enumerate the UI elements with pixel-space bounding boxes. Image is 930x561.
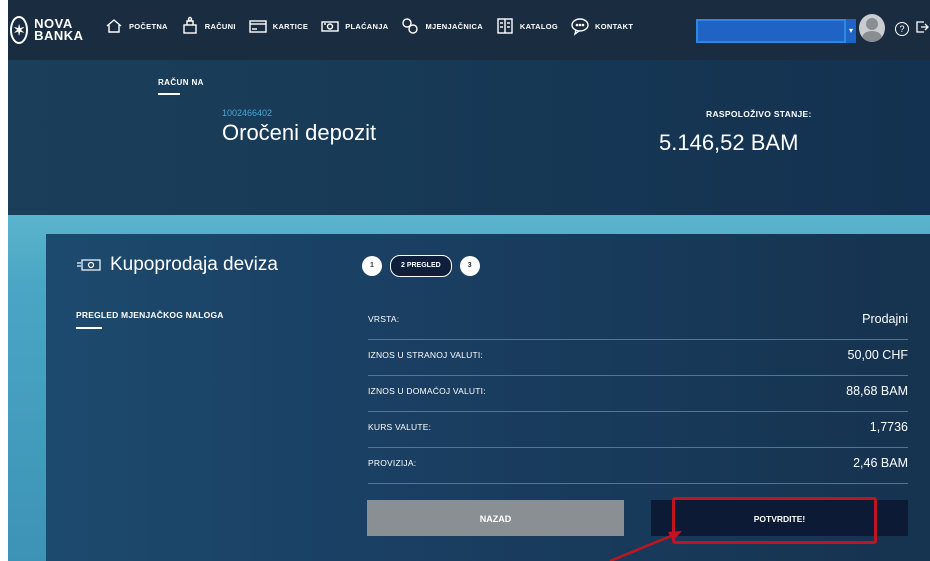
back-button[interactable]: NAZAD xyxy=(367,500,624,536)
account-hero: RAČUN NA 1002466402 Oročeni depozit RASP… xyxy=(8,60,930,215)
help-icon[interactable]: ? xyxy=(895,22,909,36)
step-3: 3 xyxy=(459,256,480,276)
logo-star-icon: ✶ xyxy=(10,16,29,44)
order-review-underline xyxy=(76,327,102,329)
section-title-text: Kupoprodaja deviza xyxy=(110,254,278,275)
order-review-title: PREGLED MJENJAČKOG NALOGA xyxy=(76,310,224,320)
cash-icon xyxy=(321,21,339,32)
balance-amount: 5.146,52 BAM xyxy=(659,130,799,155)
nav-item-kontakt[interactable]: KONTAKT xyxy=(570,16,633,36)
detail-label: KURS VALUTE: xyxy=(368,422,432,432)
nav-item-label: KONTAKT xyxy=(595,21,634,31)
nav-item-label: KARTICE xyxy=(272,21,309,31)
exchange-icon xyxy=(402,18,419,34)
detail-value: 88,68 BAM xyxy=(846,384,908,398)
detail-value: 50,00 CHF xyxy=(847,348,908,362)
nav-item-label: KATALOG xyxy=(519,21,558,31)
nav-item-racuni[interactable]: RAČUNI xyxy=(180,16,236,36)
avatar-head xyxy=(866,18,878,30)
avatar[interactable] xyxy=(859,14,885,42)
logout-icon[interactable] xyxy=(915,19,929,35)
section-title: Kupoprodaja deviza xyxy=(76,254,278,276)
step-2-active: 2 PREGLED xyxy=(390,255,452,277)
nav-item-kartice[interactable]: KARTICE xyxy=(248,16,308,36)
cash-icon xyxy=(77,259,101,271)
detail-row-vrsta: VRSTA: Prodajni xyxy=(368,304,908,340)
logo-text: NOVA BANKA xyxy=(34,16,84,43)
step-indicator: 1 2 PREGLED 3 xyxy=(362,255,480,277)
confirm-highlight-box xyxy=(672,497,877,544)
nav-item-placanja[interactable]: PLAĆANJA xyxy=(320,16,388,36)
detail-label: VRSTA: xyxy=(368,314,400,324)
chevron-down-icon[interactable]: ▾ xyxy=(846,19,856,43)
detail-row-commission: PROVIZIJA: 2,46 BAM xyxy=(368,448,908,484)
detail-row-exchange-rate: KURS VALUTE: 1,7736 xyxy=(368,412,908,448)
order-details: VRSTA: Prodajni IZNOS U STRANOJ VALUTI: … xyxy=(368,304,908,484)
card-icon xyxy=(249,20,267,33)
chat-icon xyxy=(571,18,589,36)
account-label: RAČUN NA xyxy=(158,78,204,87)
nav-item-label: RAČUNI xyxy=(204,21,236,31)
detail-label: IZNOS U DOMAĆOJ VALUTI: xyxy=(368,386,486,396)
app-frame: ✶ NOVA BANKA POČETNA RAČUNI KARTICE PLAĆ… xyxy=(8,0,930,561)
avatar-body xyxy=(862,31,882,42)
balance-label: RASPOLOŽIVO STANJE: xyxy=(706,109,812,119)
step-1: 1 xyxy=(362,256,382,276)
nav-item-label: PLAĆANJA xyxy=(345,21,389,31)
home-icon xyxy=(106,19,122,33)
account-label-underline xyxy=(158,93,180,95)
detail-value: 2,46 BAM xyxy=(853,456,908,470)
detail-row-domestic-amount: IZNOS U DOMAĆOJ VALUTI: 88,68 BAM xyxy=(368,376,908,412)
catalog-icon xyxy=(497,18,513,34)
nav-item-pocetna[interactable]: POČETNA xyxy=(104,16,168,36)
detail-label: IZNOS U STRANOJ VALUTI: xyxy=(368,350,483,360)
top-navigation-bar: ✶ NOVA BANKA POČETNA RAČUNI KARTICE PLAĆ… xyxy=(8,0,930,60)
nova-banka-logo[interactable]: ✶ NOVA BANKA xyxy=(10,10,88,50)
nav-item-mjenjacnica[interactable]: MJENJAČNICA xyxy=(400,16,483,36)
detail-value: Prodajni xyxy=(862,312,908,326)
detail-value: 1,7736 xyxy=(869,420,908,434)
account-name: Oročeni depozit xyxy=(222,120,377,145)
wallet-icon xyxy=(183,16,197,34)
nav-item-label: POČETNA xyxy=(129,21,168,31)
account-number: 1002466402 xyxy=(222,108,273,118)
main-nav: POČETNA RAČUNI KARTICE PLAĆANJA MJENJAČN… xyxy=(104,16,645,36)
nav-item-katalog[interactable]: KATALOG xyxy=(495,16,558,36)
detail-label: PROVIZIJA: xyxy=(368,458,417,468)
account-select[interactable] xyxy=(696,19,846,43)
nav-item-label: MJENJAČNICA xyxy=(425,21,483,31)
detail-row-foreign-amount: IZNOS U STRANOJ VALUTI: 50,00 CHF xyxy=(368,340,908,376)
